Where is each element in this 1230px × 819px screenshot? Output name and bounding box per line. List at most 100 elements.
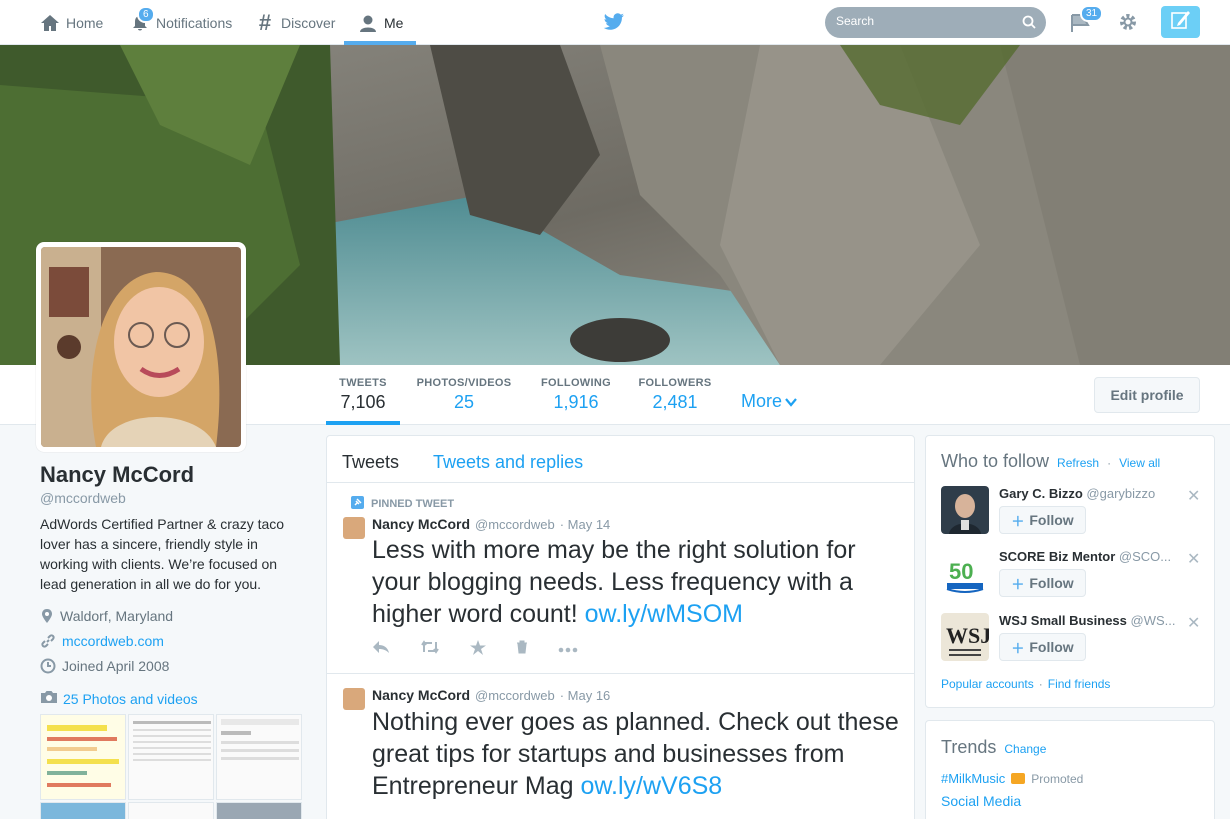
tweet-avatar[interactable] xyxy=(343,517,365,539)
profile-website-link[interactable]: mccordweb.com xyxy=(62,633,164,649)
suggestion-avatar[interactable] xyxy=(941,486,989,534)
tweet-timestamp[interactable]: · May 16 xyxy=(560,688,611,703)
trend-item[interactable]: Social Media xyxy=(941,793,1021,809)
follow-button-label: Follow xyxy=(1029,512,1074,528)
nav-me[interactable]: Me xyxy=(358,0,403,45)
stat-following-label: FOLLOWING xyxy=(541,377,611,389)
dismiss-close-icon[interactable]: ✕ xyxy=(1187,486,1200,506)
profile-handle[interactable]: @mccordweb xyxy=(40,490,300,506)
pin-icon xyxy=(351,496,364,512)
photo-thumbnail[interactable] xyxy=(40,802,126,819)
trend-item[interactable]: #MilkMusic Promoted xyxy=(941,771,1083,786)
profile-bio: AdWords Certified Partner & crazy taco l… xyxy=(40,516,285,592)
trend-name[interactable]: #MilkMusic xyxy=(941,771,1005,786)
profile-website[interactable]: mccordweb.com xyxy=(40,631,300,650)
profile-sidebar: Nancy McCord @mccordweb AdWords Certifie… xyxy=(40,462,300,675)
follow-button-label: Follow xyxy=(1029,639,1074,655)
photos-videos-link[interactable]: 25 Photos and videos xyxy=(40,690,198,707)
profile-location-text: Waldorf, Maryland xyxy=(60,607,174,624)
messages-badge: 31 xyxy=(1080,5,1104,22)
tweet-avatar[interactable] xyxy=(343,688,365,710)
messages-icon[interactable]: 31 xyxy=(1070,5,1104,38)
dismiss-close-icon[interactable]: ✕ xyxy=(1187,613,1200,633)
promoted-label: Promoted xyxy=(1031,771,1084,786)
follow-button[interactable]: ＋ Follow xyxy=(999,569,1086,597)
tweet-link[interactable]: ow.ly/wV6S8 xyxy=(580,772,722,800)
search-input[interactable]: Search xyxy=(825,7,1046,38)
nav-notifications[interactable]: 6 Notifications xyxy=(130,0,232,45)
more-menu[interactable]: More xyxy=(741,391,797,412)
nav-home-label: Home xyxy=(66,14,104,31)
tweet-item[interactable]: Nancy McCord @mccordweb · May 16 Nothing… xyxy=(327,674,914,819)
photo-thumbnail[interactable] xyxy=(128,714,214,800)
stat-tweets-label: TWEETS xyxy=(339,377,387,389)
more-options-icon[interactable] xyxy=(558,640,578,660)
favorite-star-icon[interactable] xyxy=(470,640,486,660)
tweet-author-handle[interactable]: @mccordweb xyxy=(475,517,555,532)
stat-photos-label: PHOTOS/VIDEOS xyxy=(416,377,512,389)
photo-thumbnail[interactable] xyxy=(216,802,302,819)
profile-name[interactable]: Nancy McCord xyxy=(40,462,300,488)
popular-accounts-link[interactable]: Popular accounts xyxy=(941,677,1034,691)
tweet-header: Nancy McCord @mccordweb · May 14 xyxy=(372,516,610,532)
suggestion-name: WSJ Small Business xyxy=(999,613,1127,628)
tweet-text: Less with more may be the right solution… xyxy=(372,534,902,630)
refresh-link[interactable]: Refresh xyxy=(1057,456,1099,470)
photo-thumbnail[interactable] xyxy=(128,802,214,819)
find-friends-link[interactable]: Find friends xyxy=(1048,677,1111,691)
nav-me-label: Me xyxy=(384,14,404,31)
tweet-author-name[interactable]: Nancy McCord xyxy=(372,687,470,703)
photos-videos-text[interactable]: 25 Photos and videos xyxy=(63,691,198,707)
add-user-icon: ＋ xyxy=(1011,576,1025,592)
stat-following[interactable]: FOLLOWING 1,916 xyxy=(538,365,614,425)
hashtag-icon: # xyxy=(258,9,272,35)
trend-name[interactable]: Social Media xyxy=(941,793,1021,809)
twitter-bird-icon[interactable] xyxy=(603,13,625,36)
suggestion-name-row[interactable]: WSJ Small Business @WS... xyxy=(999,613,1189,628)
more-label: More xyxy=(741,391,783,411)
nav-notifications-label: Notifications xyxy=(156,14,233,31)
nav-discover[interactable]: # Discover xyxy=(255,0,336,45)
tweet-link[interactable]: ow.ly/wMSOM xyxy=(585,600,743,628)
timeline-tabs: Tweets Tweets and replies xyxy=(327,436,914,483)
trends-module: Trends Change #MilkMusic Promoted Social… xyxy=(925,720,1215,819)
tab-tweets[interactable]: Tweets xyxy=(342,452,399,473)
compose-tweet-button[interactable] xyxy=(1161,6,1200,38)
tweets-timeline: Tweets Tweets and replies PINNED TWEET N… xyxy=(326,435,915,819)
nav-home[interactable]: Home xyxy=(40,0,103,45)
link-icon xyxy=(41,633,55,648)
who-to-follow-header: Who to follow Refresh · View all xyxy=(941,451,1161,471)
notifications-badge: 6 xyxy=(137,6,155,23)
suggestion-name-row[interactable]: Gary C. Bizzo @garybizzo xyxy=(999,486,1189,501)
pinned-tweet-label: PINNED TWEET xyxy=(371,498,455,510)
follow-button[interactable]: ＋ Follow xyxy=(999,506,1086,534)
view-all-link[interactable]: View all xyxy=(1119,456,1160,470)
photo-thumbnail[interactable] xyxy=(40,714,126,800)
tweet-author-name[interactable]: Nancy McCord xyxy=(372,516,470,532)
edit-profile-button[interactable]: Edit profile xyxy=(1094,377,1200,413)
tab-tweets-and-replies[interactable]: Tweets and replies xyxy=(433,452,583,473)
suggestion-avatar[interactable]: 50 xyxy=(941,549,989,597)
dismiss-close-icon[interactable]: ✕ xyxy=(1187,549,1200,569)
follow-button[interactable]: ＋ Follow xyxy=(999,633,1086,661)
suggestion-avatar[interactable]: WSJ xyxy=(941,613,989,661)
search-placeholder: Search xyxy=(836,14,875,28)
suggestion-name-row[interactable]: SCORE Biz Mentor @SCO... xyxy=(999,549,1189,564)
reply-icon[interactable] xyxy=(372,640,390,660)
stat-tweets[interactable]: TWEETS 7,106 xyxy=(326,365,400,425)
retweet-icon[interactable] xyxy=(420,640,440,660)
stat-followers-value: 2,481 xyxy=(652,392,698,412)
photo-thumbnail[interactable] xyxy=(216,714,302,800)
tweet-author-handle[interactable]: @mccordweb xyxy=(475,688,555,703)
who-to-follow-module: Who to follow Refresh · View all Gary C.… xyxy=(925,435,1215,708)
stat-photos-videos[interactable]: PHOTOS/VIDEOS 25 xyxy=(414,365,514,425)
tweet-header: Nancy McCord @mccordweb · May 16 xyxy=(372,687,610,703)
tweet-timestamp[interactable]: · May 14 xyxy=(560,517,611,532)
tweet-item[interactable]: PINNED TWEET Nancy McCord @mccordweb · M… xyxy=(327,484,914,674)
delete-trash-icon[interactable] xyxy=(516,640,528,660)
gear-icon[interactable] xyxy=(1117,11,1139,38)
stat-followers[interactable]: FOLLOWERS 2,481 xyxy=(636,365,714,425)
search-icon[interactable] xyxy=(1022,15,1036,29)
profile-avatar[interactable] xyxy=(36,242,246,452)
change-trends-link[interactable]: Change xyxy=(1004,742,1046,756)
